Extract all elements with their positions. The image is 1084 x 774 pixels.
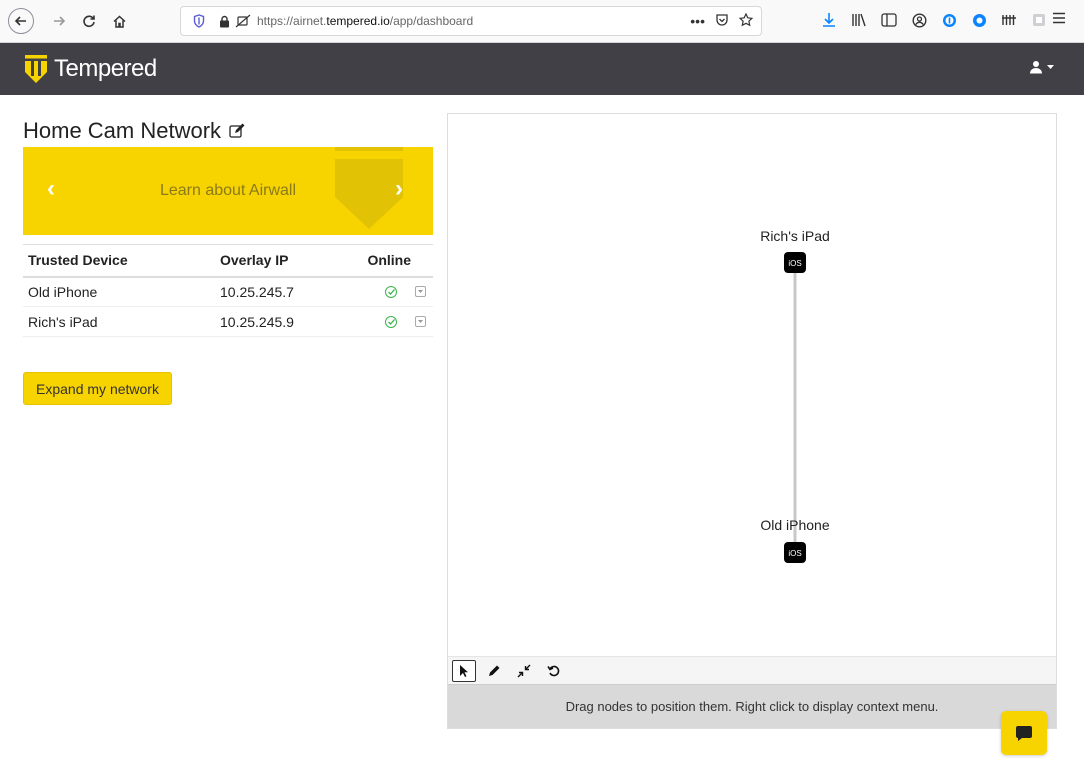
- sidebar-icon[interactable]: [880, 11, 898, 29]
- graph-node-label: Old iPhone: [760, 517, 829, 533]
- browser-toolbar: https://airnet.tempered.io/app/dashboard…: [0, 0, 1084, 43]
- arrow-left-icon: [14, 16, 26, 26]
- back-button[interactable]: [8, 8, 34, 34]
- collapse-tool-button[interactable]: [512, 660, 536, 682]
- undo-icon: [547, 665, 560, 676]
- bookmark-star-icon[interactable]: [738, 12, 754, 30]
- lock-icon[interactable]: [219, 14, 231, 28]
- pointer-icon: [460, 664, 468, 677]
- account-icon[interactable]: [910, 11, 928, 29]
- device-ip: 10.25.245.9: [215, 306, 355, 337]
- device-table: Trusted Device Overlay IP Online Old iPh…: [23, 244, 433, 337]
- extension-grid-icon[interactable]: [1000, 11, 1018, 29]
- arrow-right-icon: [54, 16, 66, 26]
- row-menu-button[interactable]: [415, 316, 426, 327]
- app-header: Tempered: [0, 43, 1084, 95]
- compress-icon: [517, 664, 531, 677]
- carousel-caption[interactable]: Learn about Airwall: [23, 182, 433, 200]
- network-graph-canvas[interactable]: Rich's iPad iOS Old iPhone iOS: [448, 114, 1056, 656]
- user-menu[interactable]: [1029, 60, 1054, 74]
- network-graph-panel: Rich's iPad iOS Old iPhone iOS Drag node…: [447, 113, 1057, 729]
- online-check-icon: [385, 285, 397, 298]
- caret-down-icon: [418, 289, 423, 293]
- reload-button[interactable]: [76, 8, 102, 34]
- tracking-protection-icon[interactable]: [193, 14, 207, 28]
- graph-hint: Drag nodes to position them. Right click…: [448, 684, 1056, 728]
- table-header-row: Trusted Device Overlay IP Online: [23, 244, 433, 278]
- expand-network-button[interactable]: Expand my network: [23, 372, 172, 405]
- table-row[interactable]: Old iPhone 10.25.245.7: [23, 276, 433, 307]
- password-manager-icon[interactable]: [940, 11, 958, 29]
- device-ip: 10.25.245.7: [215, 276, 355, 307]
- table-row[interactable]: Rich's iPad 10.25.245.9: [23, 306, 433, 337]
- forward-button[interactable]: [46, 8, 72, 34]
- column-header-online[interactable]: Online: [355, 244, 433, 278]
- graph-node-ipad[interactable]: Rich's iPad iOS: [760, 228, 830, 273]
- download-icon[interactable]: [820, 11, 838, 29]
- hamburger-icon: [1053, 12, 1065, 24]
- reset-tool-button[interactable]: [542, 660, 566, 682]
- brand-logo[interactable]: Tempered: [24, 54, 157, 84]
- extension-gray-icon[interactable]: [1030, 11, 1048, 29]
- chat-bubble-icon: [1016, 725, 1032, 741]
- chat-button[interactable]: [1001, 711, 1047, 755]
- node-type-label: iOS: [788, 259, 801, 268]
- home-button[interactable]: [106, 8, 132, 34]
- page-actions-button[interactable]: •••: [690, 13, 705, 30]
- network-title: Home Cam Network: [23, 118, 245, 144]
- network-name: Home Cam Network: [23, 118, 222, 143]
- reload-icon: [83, 15, 95, 28]
- select-tool-button[interactable]: [452, 659, 476, 682]
- graph-node-label: Rich's iPad: [760, 228, 830, 244]
- extension-circle-icon[interactable]: [970, 11, 988, 29]
- brand-name: Tempered: [54, 55, 157, 82]
- node-type-label: iOS: [788, 549, 801, 558]
- user-icon: [1030, 61, 1042, 74]
- graph-toolbar: [448, 656, 1056, 684]
- pocket-icon[interactable]: [715, 13, 729, 30]
- carousel-next-button[interactable]: ›: [395, 175, 403, 203]
- row-menu-button[interactable]: [415, 286, 426, 298]
- home-icon: [112, 14, 126, 28]
- draw-tool-button[interactable]: [482, 660, 506, 682]
- device-name: Rich's iPad: [23, 306, 215, 337]
- column-header-device[interactable]: Trusted Device: [23, 244, 215, 278]
- caret-down-icon: [1047, 64, 1054, 69]
- tempered-logo-icon: [25, 55, 47, 83]
- library-icon[interactable]: [850, 11, 868, 29]
- device-name: Old iPhone: [23, 276, 215, 307]
- url-text: https://airnet.tempered.io/app/dashboard: [257, 14, 474, 28]
- online-check-icon: [385, 315, 397, 328]
- permissions-icon[interactable]: [235, 14, 251, 28]
- caret-down-icon: [418, 319, 423, 323]
- menu-button[interactable]: [1052, 11, 1066, 29]
- url-bar[interactable]: https://airnet.tempered.io/app/dashboard…: [180, 6, 762, 36]
- edit-icon[interactable]: [229, 123, 245, 139]
- pencil-icon: [489, 665, 500, 676]
- column-header-ip[interactable]: Overlay IP: [215, 244, 355, 278]
- promo-carousel[interactable]: ‹ Learn about Airwall ›: [23, 147, 433, 235]
